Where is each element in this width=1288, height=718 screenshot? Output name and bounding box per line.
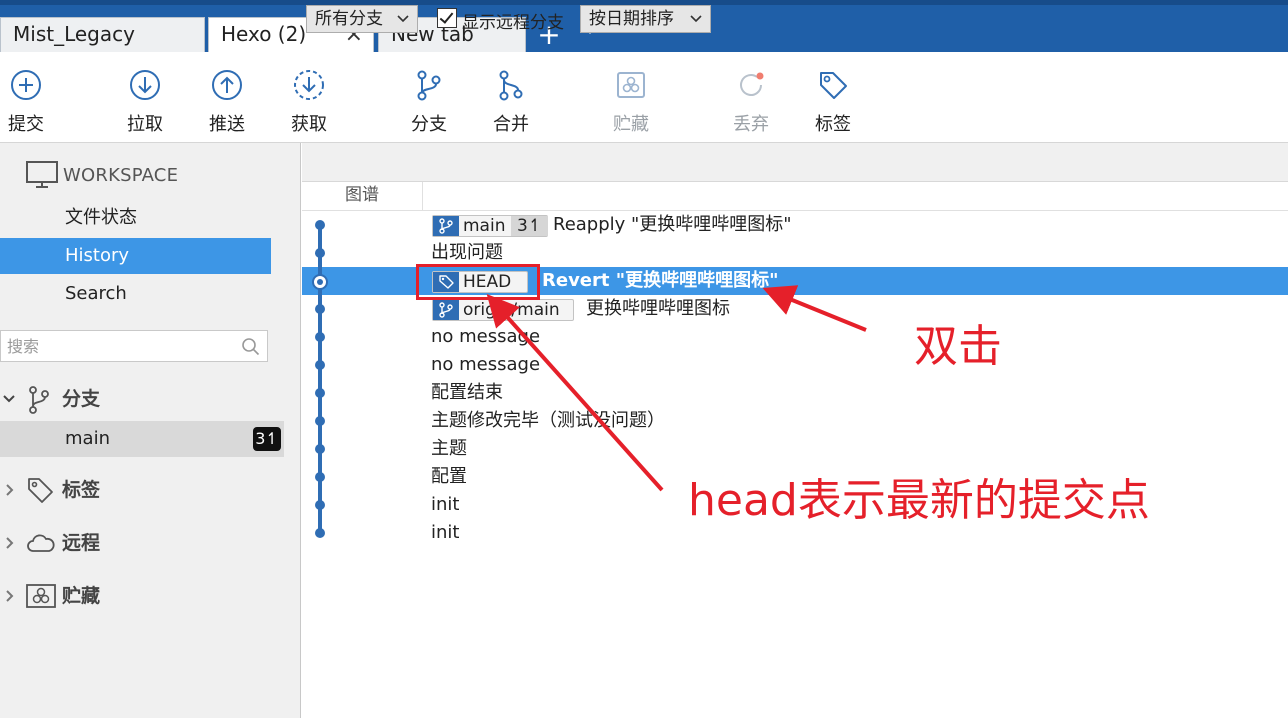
- annotation-head-explanation: head表示最新的提交点: [688, 475, 1150, 526]
- annotation-double-click: 双击: [914, 321, 1002, 372]
- arrow-to-head-ref: [486, 294, 664, 492]
- annotation-arrows: [486, 285, 867, 492]
- arrow-to-selected-row: [762, 285, 867, 332]
